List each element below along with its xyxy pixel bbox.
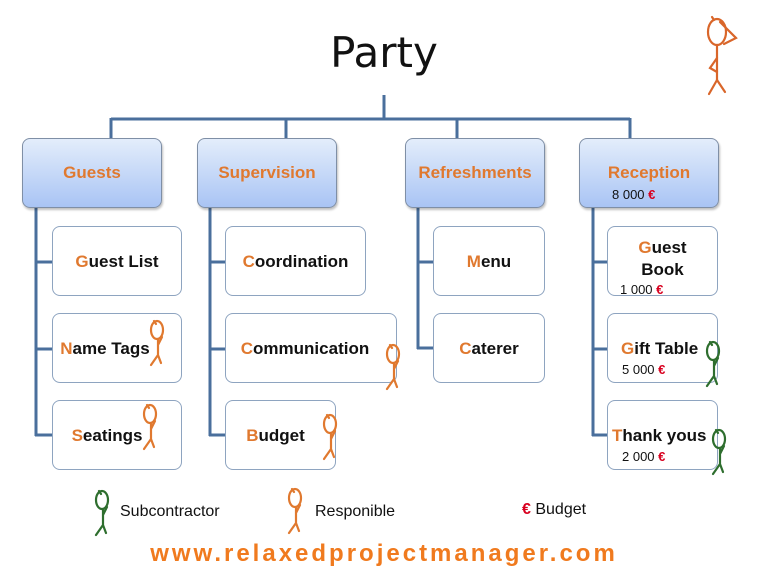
euro-icon: € — [656, 282, 664, 297]
task-coordination[interactable]: Coordination — [225, 226, 366, 296]
stick-figure-green-icon — [711, 428, 727, 476]
stick-figure-orange-icon — [322, 413, 338, 461]
legend-budget: € Budget — [522, 501, 587, 518]
branch-label: Supervision — [218, 163, 316, 182]
stick-figure-orange-icon — [287, 487, 303, 535]
legend-responsible: Responible — [315, 503, 396, 520]
stick-figure-orange-icon — [385, 343, 401, 391]
task-menu[interactable]: Menu — [433, 226, 545, 296]
budget-value: 1 000 € — [620, 282, 664, 297]
stick-figure-orange-icon — [149, 319, 165, 367]
budget-value: 5 000 € — [622, 362, 666, 377]
task-label: Communication — [240, 339, 370, 358]
task-label: Caterer — [459, 339, 519, 358]
task-label: Thank yous — [612, 426, 707, 445]
stick-figure-green-icon — [705, 340, 721, 388]
task-label: Guest Book — [638, 238, 687, 279]
branch-label: Guests — [63, 163, 121, 182]
task-caterer[interactable]: Caterer — [433, 313, 545, 383]
task-thank-yous[interactable]: Thank yous 2 000 € — [607, 400, 718, 470]
task-gift-table[interactable]: Gift Table 5 000 € — [607, 313, 718, 383]
task-guest-book[interactable]: Guest Book 1 000 € — [607, 226, 718, 297]
diagram-title: Party — [330, 28, 438, 77]
stick-figure-green-icon — [94, 489, 110, 537]
footer-website[interactable]: www.relaxedprojectmanager.com — [0, 540, 768, 568]
stick-figure-orange-icon — [142, 403, 158, 451]
branch-refreshments[interactable]: Refreshments — [405, 138, 545, 208]
task-guest-list[interactable]: Guest List — [52, 226, 182, 296]
task-communication[interactable]: Communication — [225, 313, 397, 383]
branch-guests[interactable]: Guests — [22, 138, 162, 208]
euro-icon: € — [648, 187, 656, 202]
branch-supervision[interactable]: Supervision — [197, 138, 337, 208]
task-label: Budget — [246, 426, 305, 445]
task-label: Coordination — [242, 252, 349, 271]
euro-icon: € — [522, 501, 531, 518]
legend-subcontractor: Subcontractor — [120, 503, 220, 520]
task-label: Menu — [466, 252, 512, 271]
euro-icon: € — [658, 449, 666, 464]
branch-reception[interactable]: Reception 8 000 € — [579, 138, 719, 208]
euro-icon: € — [658, 362, 666, 377]
branch-label: Refreshments — [418, 163, 532, 182]
task-label: Guest List — [75, 252, 159, 271]
branch-label: Reception — [607, 163, 691, 182]
task-seatings[interactable]: Seatings — [52, 400, 182, 470]
budget-value: 8 000 € — [612, 187, 656, 202]
stick-figure-manager-icon — [706, 15, 738, 96]
budget-value: 2 000 € — [622, 449, 666, 464]
